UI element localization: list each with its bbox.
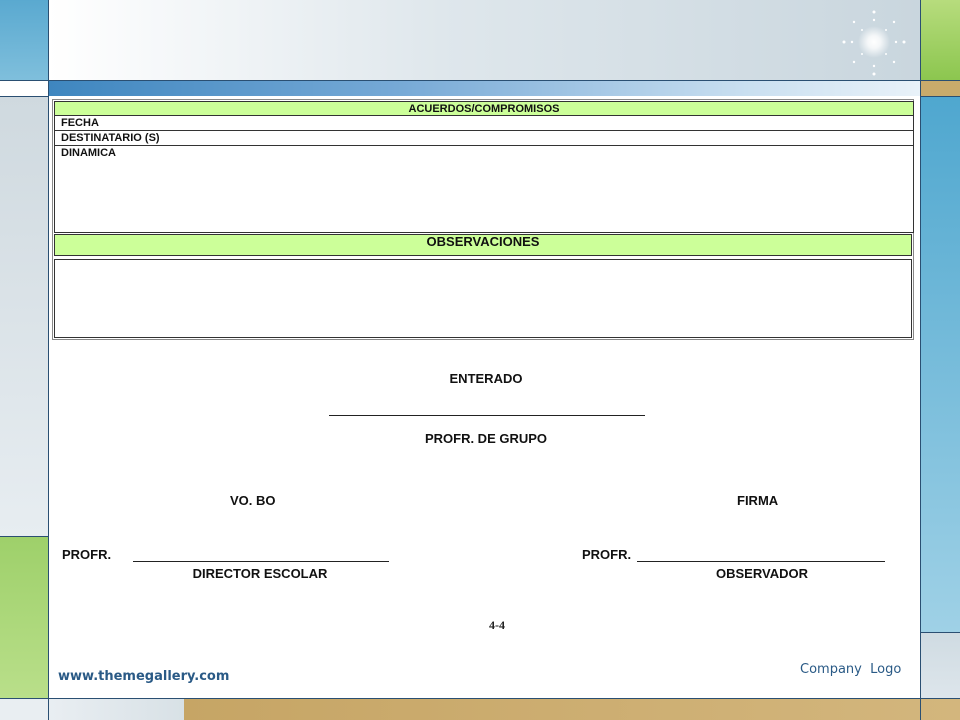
group-teacher-label: PROFR. DE GRUPO bbox=[424, 431, 548, 446]
director-signature-line bbox=[133, 561, 389, 562]
acknowledged-signature-line bbox=[329, 415, 645, 416]
template-right-tan-block bbox=[920, 80, 960, 96]
template-divider bbox=[920, 0, 921, 720]
profr-left-label: PROFR. bbox=[62, 547, 112, 562]
signature-label: FIRMA bbox=[737, 493, 779, 508]
template-left-green-block bbox=[0, 536, 48, 698]
template-right-blue-block bbox=[920, 96, 960, 632]
template-header-band bbox=[48, 80, 920, 96]
template-divider bbox=[0, 698, 960, 699]
template-left-bottom-block bbox=[0, 698, 48, 720]
template-divider bbox=[48, 0, 49, 720]
template-divider bbox=[0, 536, 48, 537]
observer-label: OBSERVADOR bbox=[716, 566, 808, 581]
agreements-table: ACUERDOS/COMPROMISOS FECHA DESTINATARIO … bbox=[54, 101, 914, 233]
template-divider bbox=[0, 96, 48, 97]
template-left-gray-block bbox=[0, 96, 48, 536]
observations-box bbox=[54, 259, 912, 338]
observer-signature-line bbox=[637, 561, 885, 562]
company-logo: Company Logo bbox=[800, 662, 902, 677]
template-divider bbox=[920, 96, 960, 97]
template-divider bbox=[920, 632, 960, 633]
dynamics-field: DINAMICA bbox=[61, 147, 116, 159]
sparkle-icon bbox=[842, 10, 906, 76]
recipient-field: DESTINATARIO (S) bbox=[55, 131, 913, 146]
template-left-top-block bbox=[0, 0, 48, 80]
school-director-label: DIRECTOR ESCOLAR bbox=[192, 566, 328, 581]
page-number: 4-4 bbox=[489, 618, 505, 632]
template-header bbox=[48, 0, 920, 80]
template-bottom-tan-block bbox=[184, 698, 960, 720]
footer-url: www.themegallery.com bbox=[58, 669, 230, 684]
approval-label: VO. BO bbox=[230, 493, 276, 508]
template-divider bbox=[0, 80, 960, 81]
template-right-green-block bbox=[920, 0, 960, 80]
acknowledged-label: ENTERADO bbox=[449, 371, 523, 386]
observations-header: OBSERVACIONES bbox=[54, 234, 912, 256]
template-bottom-left-block bbox=[48, 698, 184, 720]
profr-right-label: PROFR. bbox=[582, 547, 632, 562]
agreements-header: ACUERDOS/COMPROMISOS bbox=[55, 102, 913, 116]
date-field: FECHA bbox=[55, 116, 913, 131]
